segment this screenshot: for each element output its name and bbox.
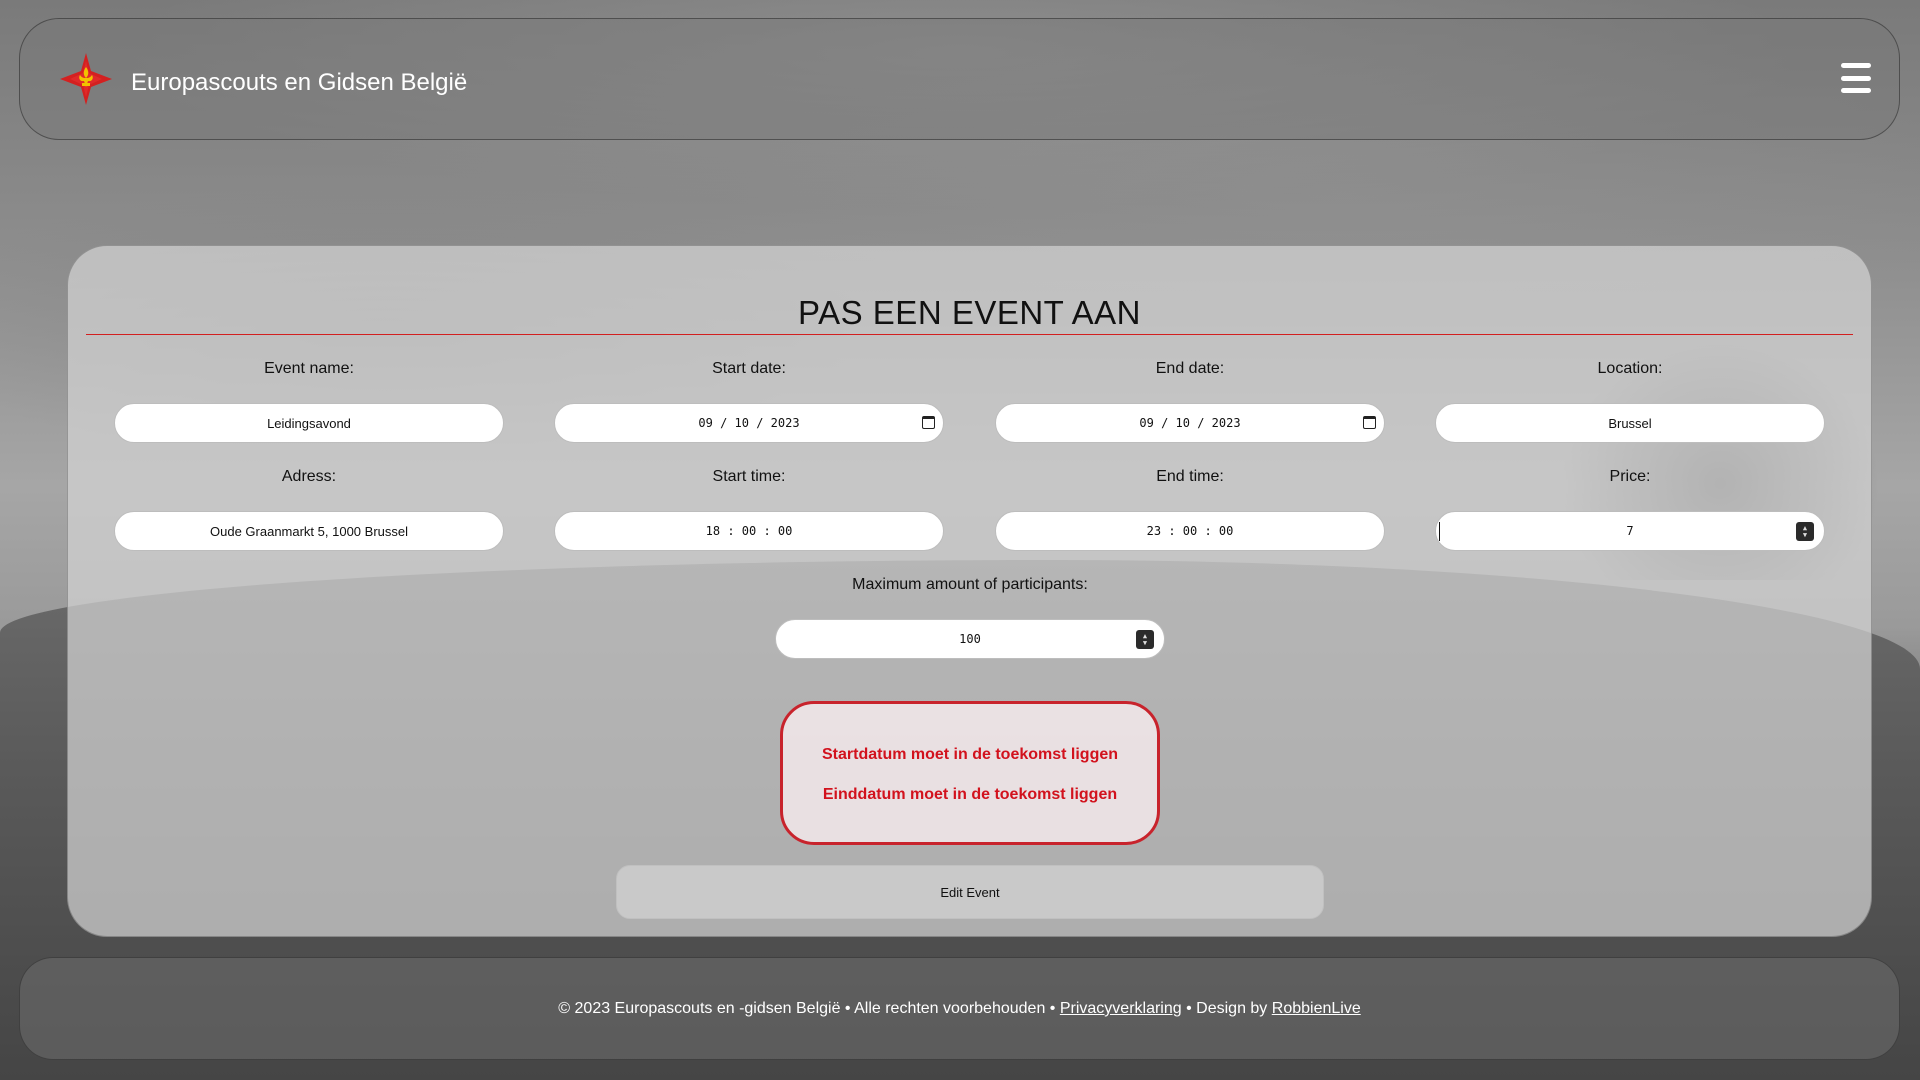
calendar-icon[interactable] bbox=[922, 416, 935, 429]
price-value: 7 bbox=[1626, 524, 1634, 538]
address-label: Adress: bbox=[281, 468, 337, 485]
start-time-value: 18 : 00 : 00 bbox=[705, 524, 793, 538]
calendar-icon[interactable] bbox=[1363, 416, 1376, 429]
end-date-label: End date: bbox=[1155, 360, 1225, 377]
footer-text: © 2023 Europascouts en -gidsen België • … bbox=[20, 1000, 1899, 1018]
max-participants-input[interactable]: 100 ▲ ▼ bbox=[775, 619, 1165, 659]
event-name-input[interactable]: Leidingsavond bbox=[114, 403, 504, 443]
hamburger-menu-icon[interactable] bbox=[1841, 63, 1871, 93]
brand-title[interactable]: Europascouts en Gidsen België bbox=[131, 71, 467, 95]
footer-copyright: © 2023 Europascouts en -gidsen België • … bbox=[558, 1000, 1056, 1017]
price-label: Price: bbox=[1609, 468, 1651, 485]
designer-link[interactable]: RobbienLive bbox=[1272, 1000, 1361, 1017]
start-date-value: 09 / 10 / 2023 bbox=[698, 416, 800, 430]
start-date-label: Start date: bbox=[712, 360, 786, 377]
address-input[interactable]: Oude Graanmarkt 5, 1000 Brussel bbox=[114, 511, 504, 551]
end-time-value: 23 : 00 : 00 bbox=[1146, 524, 1234, 538]
page-title: PAS EEN EVENT AAN bbox=[798, 294, 1141, 331]
start-time-input[interactable]: 18 : 00 : 00 bbox=[554, 511, 944, 551]
number-spinner-icon[interactable]: ▲ ▼ bbox=[1136, 630, 1154, 649]
footer-design-by: • Design by bbox=[1186, 1000, 1268, 1017]
max-participants-value: 100 bbox=[959, 632, 981, 646]
max-participants-label: Maximum amount of participants: bbox=[852, 576, 1088, 593]
start-date-input[interactable]: 09 / 10 / 2023 bbox=[554, 403, 944, 443]
address-value: Oude Graanmarkt 5, 1000 Brussel bbox=[210, 523, 408, 539]
edit-event-card: PAS EEN EVENT AAN Event name: Start date… bbox=[67, 245, 1872, 937]
event-name-value: Leidingsavond bbox=[267, 415, 351, 431]
end-date-input[interactable]: 09 / 10 / 2023 bbox=[995, 403, 1385, 443]
title-divider bbox=[86, 334, 1853, 335]
text-caret bbox=[1439, 522, 1440, 541]
error-end-date: Einddatum moet in de toekomst liggen bbox=[822, 786, 1118, 803]
site-footer: © 2023 Europascouts en -gidsen België • … bbox=[19, 957, 1900, 1060]
end-time-input[interactable]: 23 : 00 : 00 bbox=[995, 511, 1385, 551]
start-time-label: Start time: bbox=[712, 468, 786, 485]
price-input[interactable]: 7 ▲ ▼ bbox=[1435, 511, 1825, 551]
event-name-label: Event name: bbox=[264, 360, 354, 377]
end-date-value: 09 / 10 / 2023 bbox=[1139, 416, 1241, 430]
location-input[interactable]: Brussel bbox=[1435, 403, 1825, 443]
location-value: Brussel bbox=[1608, 415, 1652, 431]
location-label: Location: bbox=[1597, 360, 1663, 377]
number-spinner-icon[interactable]: ▲ ▼ bbox=[1796, 522, 1814, 541]
privacy-link[interactable]: Privacyverklaring bbox=[1060, 1000, 1182, 1017]
site-header: Europascouts en Gidsen België bbox=[19, 18, 1900, 140]
end-time-label: End time: bbox=[1156, 468, 1224, 485]
scout-cross-logo[interactable] bbox=[58, 51, 114, 107]
edit-event-button[interactable]: Edit Event bbox=[616, 865, 1324, 919]
error-start-date: Startdatum moet in de toekomst liggen bbox=[821, 746, 1119, 763]
error-message-box: Startdatum moet in de toekomst liggen Ei… bbox=[780, 701, 1160, 845]
